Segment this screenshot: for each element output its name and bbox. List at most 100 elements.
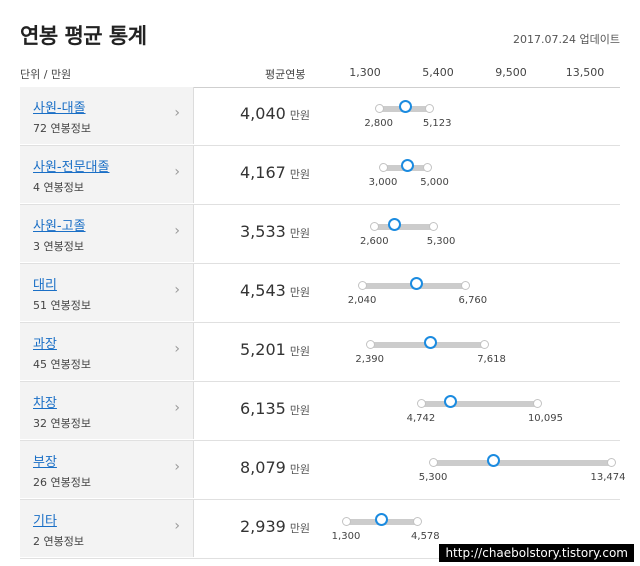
range-bar [420, 401, 538, 407]
position-cell[interactable]: 과장 45 연봉정보 › [20, 323, 194, 380]
table-row[interactable]: 차장 32 연봉정보 › 6,135 만원 4,742 10,095 [20, 382, 620, 441]
salary-info-count: 45 연봉정보 [33, 358, 91, 371]
average-salary-unit: 만원 [289, 345, 311, 358]
range-min-point [374, 104, 384, 113]
range-min-label: 5,300 [418, 472, 448, 483]
salary-info-count: 32 연봉정보 [33, 417, 91, 430]
average-marker [409, 277, 423, 290]
average-salary-value: 2,939 [240, 517, 286, 536]
average-salary: 4,167 만원 [240, 163, 310, 182]
range-max-label: 5,123 [422, 118, 452, 129]
range-max-point [460, 281, 470, 290]
average-salary-unit: 만원 [289, 286, 311, 299]
position-cell[interactable]: 부장 26 연봉정보 › [20, 441, 194, 498]
chevron-right-icon[interactable]: › [174, 459, 180, 475]
page-title: 연봉 평균 통계 [20, 24, 147, 48]
position-link[interactable]: 사원-고졸 [33, 215, 86, 234]
salary-info-count: 3 연봉정보 [33, 240, 84, 253]
range-min-label: 2,600 [359, 236, 389, 247]
scale-tick: 5,400 [422, 66, 454, 79]
table-row[interactable]: 부장 26 연봉정보 › 8,079 만원 5,300 13,474 [20, 441, 626, 500]
average-salary: 3,533 만원 [240, 222, 310, 241]
table-header: 단위 / 만원 평균연봉 1,300 5,400 9,500 13,500 [20, 57, 620, 88]
salary-info-count: 2 연봉정보 [33, 535, 84, 548]
table-row[interactable]: 사원-고졸 3 연봉정보 › 3,533 만원 2,600 5,300 [20, 205, 620, 264]
range-min-point [429, 458, 439, 467]
range-max-label: 5,000 [420, 177, 449, 188]
range-max-point [479, 340, 489, 349]
average-salary: 2,939 만원 [240, 517, 310, 536]
average-salary-unit: 만원 [289, 404, 311, 417]
range-min-point [416, 399, 426, 408]
position-cell[interactable]: 기타 2 연봉정보 › [20, 500, 194, 557]
position-link[interactable]: 부장 [33, 451, 57, 470]
range-min-label: 2,390 [355, 354, 385, 365]
average-marker [423, 336, 437, 349]
avg-column-label: 평균연봉 [265, 68, 306, 81]
position-link[interactable]: 사원-대졸 [33, 97, 86, 116]
range-max-point [533, 399, 543, 408]
range-bar [374, 224, 434, 230]
average-salary-unit: 만원 [289, 109, 311, 122]
table-row[interactable]: 과장 45 연봉정보 › 5,201 만원 2,390 7,618 [20, 323, 620, 382]
average-salary-value: 6,135 [240, 399, 286, 418]
scale-tick: 13,500 [565, 66, 605, 79]
range-min-label: 1,300 [331, 531, 361, 542]
average-marker [486, 454, 500, 467]
chevron-right-icon[interactable]: › [174, 105, 180, 121]
range-max-label: 7,618 [477, 354, 506, 365]
range-min-label: 4,742 [406, 413, 436, 424]
position-link[interactable]: 차장 [33, 392, 57, 411]
update-date: 2017.07.24 업데이트 [513, 33, 620, 46]
average-salary-value: 5,201 [240, 340, 286, 359]
range-max-label: 6,760 [458, 295, 488, 306]
position-cell[interactable]: 대리 51 연봉정보 › [20, 264, 194, 321]
range-max-point [429, 222, 439, 231]
range-max-label: 5,300 [426, 236, 456, 247]
average-salary: 6,135 만원 [240, 399, 310, 418]
chevron-right-icon[interactable]: › [174, 400, 180, 416]
position-link[interactable]: 대리 [33, 274, 57, 293]
range-min-point [379, 163, 388, 172]
average-salary-value: 4,543 [240, 281, 286, 300]
average-salary-value: 4,040 [240, 104, 286, 123]
average-salary-unit: 만원 [289, 522, 311, 535]
position-link[interactable]: 과장 [33, 333, 57, 352]
chevron-right-icon[interactable]: › [174, 282, 180, 298]
average-marker [387, 218, 401, 231]
range-max-point [607, 458, 616, 467]
scale-tick: 1,300 [349, 66, 381, 79]
table-row[interactable]: 대리 51 연봉정보 › 4,543 만원 2,040 6,760 [20, 264, 620, 323]
unit-label: 단위 / 만원 [20, 68, 72, 81]
range-max-label: 13,474 [590, 472, 626, 483]
average-salary: 5,201 만원 [240, 340, 310, 359]
range-min-label: 2,040 [347, 295, 377, 306]
table-row[interactable]: 사원-전문대졸 4 연봉정보 › 4,167 만원 3,000 5,000 [20, 146, 620, 205]
watermark-url: http://chaebolstory.tistory.com [439, 544, 634, 562]
range-max-point [425, 104, 435, 113]
chevron-right-icon[interactable]: › [174, 164, 180, 180]
scale-tick: 9,500 [495, 66, 527, 79]
salary-info-count: 4 연봉정보 [33, 181, 84, 194]
chevron-right-icon[interactable]: › [174, 518, 180, 534]
range-bar [433, 460, 611, 466]
salary-table: 사원-대졸 72 연봉정보 › 4,040 만원 2,800 5,123 사원-전문대졸 4 연… [20, 87, 626, 559]
range-max-label: 4,578 [411, 531, 440, 542]
table-row[interactable]: 사원-대졸 72 연봉정보 › 4,040 만원 2,800 5,123 [20, 87, 620, 146]
range-min-point [365, 340, 375, 349]
chevron-right-icon[interactable]: › [174, 341, 180, 357]
average-salary-value: 4,167 [240, 163, 286, 182]
position-link[interactable]: 기타 [33, 510, 57, 529]
salary-info-count: 26 연봉정보 [33, 476, 91, 489]
position-link[interactable]: 사원-전문대졸 [33, 156, 109, 175]
range-max-point [413, 517, 423, 526]
range-min-label: 3,000 [368, 177, 398, 188]
average-salary-unit: 만원 [289, 168, 311, 181]
position-cell[interactable]: 차장 32 연봉정보 › [20, 382, 194, 439]
average-salary-unit: 만원 [289, 227, 311, 240]
average-salary-unit: 만원 [289, 463, 311, 476]
position-cell[interactable]: 사원-고졸 3 연봉정보 › [20, 205, 194, 262]
position-cell[interactable]: 사원-전문대졸 4 연봉정보 › [20, 146, 194, 203]
position-cell[interactable]: 사원-대졸 72 연봉정보 › [20, 87, 194, 144]
chevron-right-icon[interactable]: › [174, 223, 180, 239]
